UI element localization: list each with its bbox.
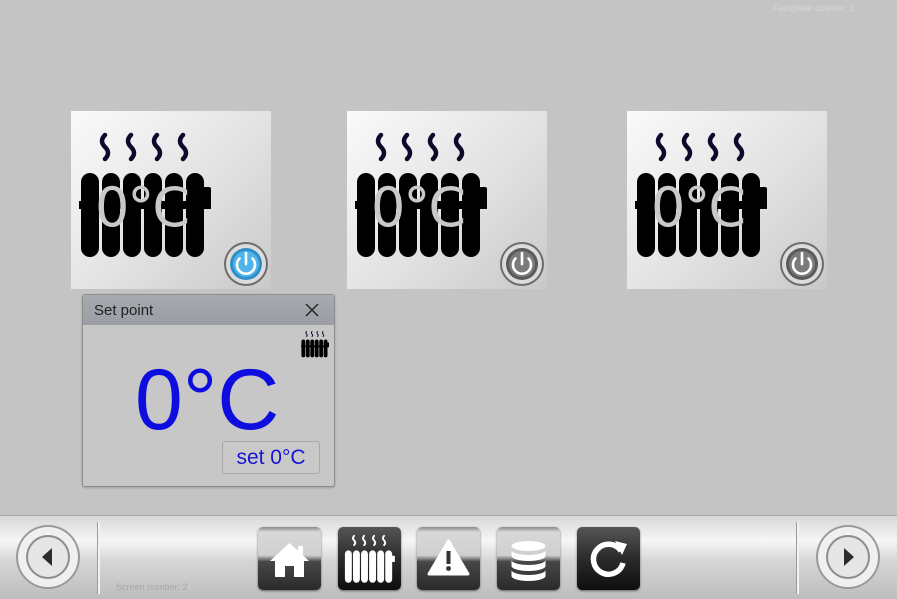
radiator-icon <box>355 129 487 259</box>
setpoint-value: 0°C <box>135 352 280 448</box>
divider <box>797 522 799 594</box>
alarms-button[interactable] <box>417 527 480 590</box>
set-point-dialog: Set point 0°C set 0°C <box>82 294 335 487</box>
dialog-titlebar[interactable]: Set point <box>83 295 334 325</box>
dialog-title: Set point <box>94 302 154 319</box>
radiator-icon <box>635 129 767 259</box>
heater-faceplate-3[interactable]: 0°C <box>627 111 827 289</box>
database-icon <box>511 541 546 581</box>
bottom-nav-bar: Screen number: 2 <box>0 515 897 599</box>
refresh-icon <box>590 541 627 577</box>
radiator-icon <box>79 129 211 259</box>
previous-screen-button[interactable] <box>15 524 81 590</box>
home-icon <box>270 543 309 577</box>
power-icon[interactable] <box>779 241 825 287</box>
radiator-icon <box>301 330 329 358</box>
power-icon[interactable] <box>223 241 269 287</box>
next-screen-button[interactable] <box>815 524 881 590</box>
close-icon[interactable] <box>304 302 320 318</box>
power-icon[interactable] <box>499 241 545 287</box>
database-button[interactable] <box>497 527 560 590</box>
warning-icon <box>427 539 470 576</box>
heating-button[interactable] <box>338 527 401 590</box>
divider <box>98 522 100 594</box>
set-setpoint-button[interactable]: set 0°C <box>222 441 320 474</box>
refresh-button[interactable] <box>577 527 640 590</box>
faceplate-counter: Faceplate counter: 1 <box>772 3 855 13</box>
heater-faceplate-2[interactable]: 0°C <box>347 111 547 289</box>
home-button[interactable] <box>258 527 321 590</box>
radiator-icon <box>344 534 395 583</box>
heater-faceplate-1[interactable]: 0°C <box>71 111 271 289</box>
main-screen: Faceplate counter: 1 0°C 0°C 0°C Set poi… <box>0 0 897 515</box>
screen-number: Screen number: 2 <box>116 582 188 592</box>
